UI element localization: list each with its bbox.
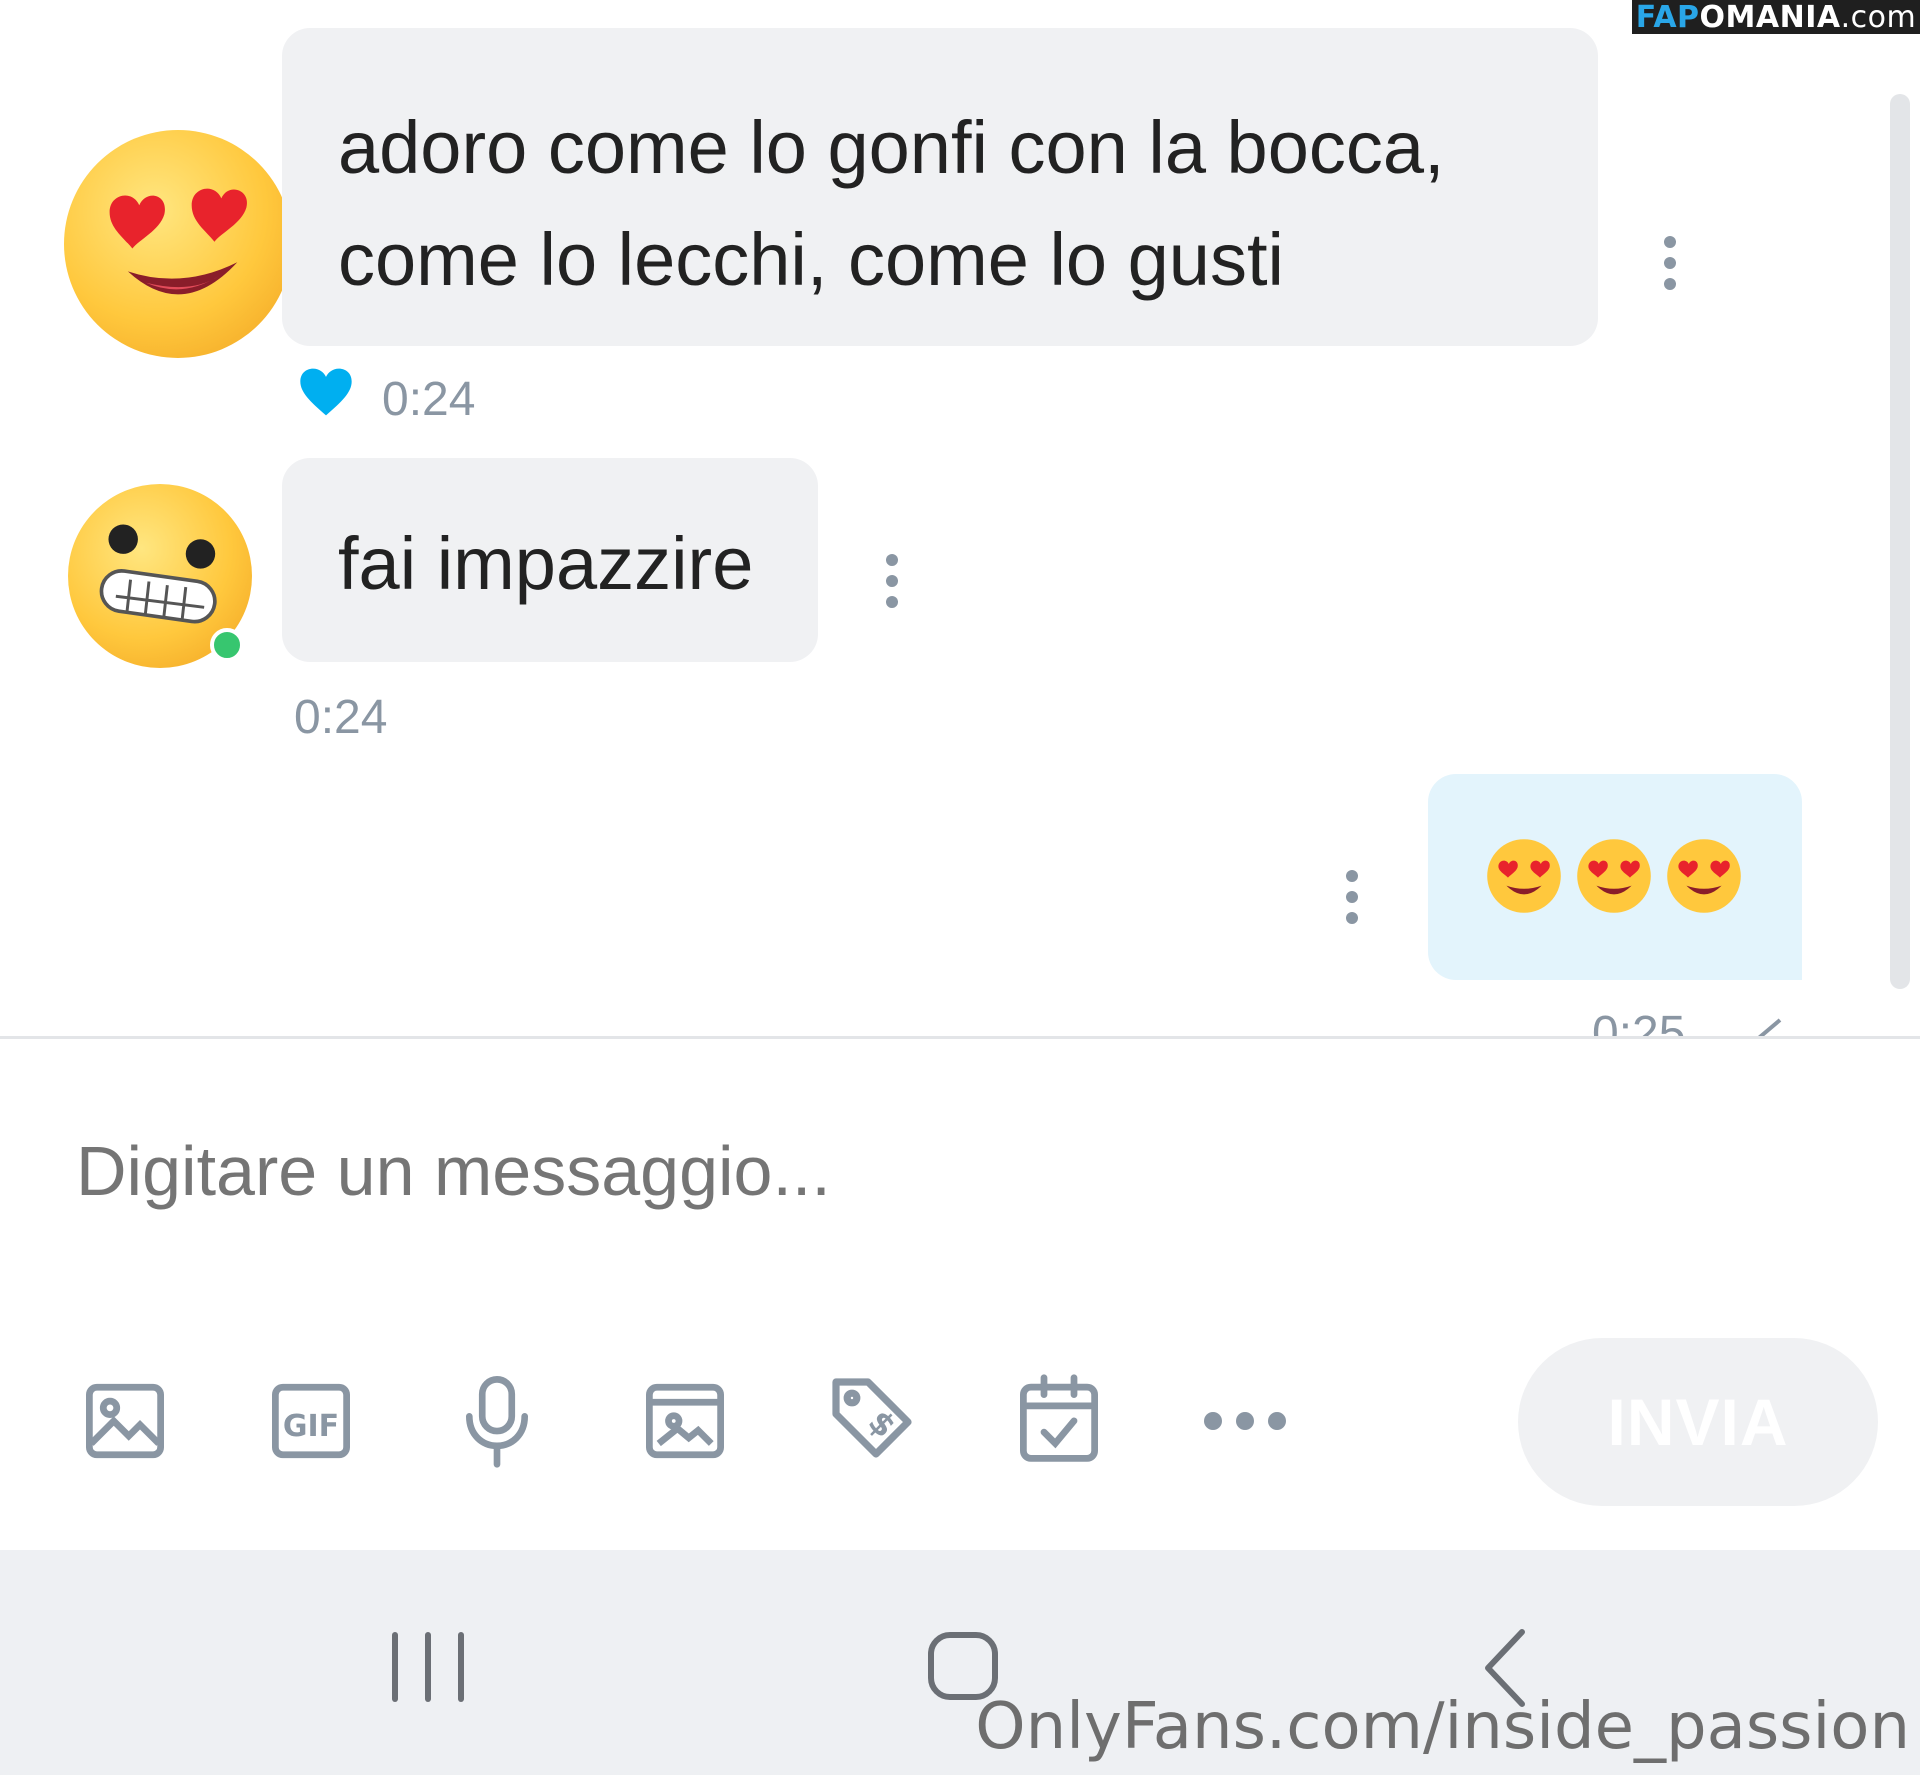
heart-eyes-emoji-icon — [1487, 839, 1561, 913]
message-text-line: adoro come lo gonfi con la bocca, — [338, 106, 1445, 189]
emoji-message — [1484, 836, 1744, 916]
message-input[interactable] — [76, 1126, 1476, 1216]
watermark-top: FAP OMANIA .com — [1632, 0, 1920, 35]
microphone-icon[interactable] — [452, 1372, 542, 1468]
online-status-dot — [210, 628, 244, 662]
message-options-icon[interactable] — [1346, 870, 1358, 933]
price-tag-icon[interactable]: $ — [824, 1370, 914, 1460]
sender-avatar[interactable] — [64, 130, 292, 358]
composer-divider — [0, 1036, 1920, 1039]
heart-eyes-emoji-icon — [1667, 839, 1741, 913]
watermark-domain: .com — [1840, 0, 1917, 35]
heart-eyes-emoji-icon — [1577, 839, 1651, 913]
sent-check-icon — [1757, 1018, 1782, 1036]
gif-icon[interactable]: GIF — [266, 1376, 356, 1466]
liked-heart-icon[interactable] — [298, 366, 354, 423]
recent-apps-icon[interactable] — [392, 1632, 464, 1702]
message-options-icon[interactable] — [886, 554, 898, 617]
heart-eyes-face-icon — [109, 188, 247, 295]
svg-text:GIF: GIF — [283, 1409, 339, 1444]
watermark-brand-b: OMANIA — [1699, 0, 1841, 35]
message-bubble-incoming[interactable]: adoro come lo gonfi con la bocca, come l… — [282, 28, 1598, 346]
watermark-bottom: OnlyFans.com/inside_passion — [975, 1690, 1910, 1764]
chat-scrollbar[interactable] — [1890, 94, 1910, 989]
outgoing-meta: 0:25 — [1590, 1006, 1880, 1036]
message-text-line: come lo lecchi, come lo gusti — [338, 218, 1284, 301]
message-timestamp: 0:24 — [382, 373, 476, 426]
calendar-check-icon[interactable] — [1014, 1372, 1104, 1462]
message-text: fai impazzire — [338, 522, 754, 605]
message-timestamp: 0:25 — [1592, 1007, 1686, 1036]
image-icon[interactable] — [80, 1376, 170, 1466]
media-vault-icon[interactable] — [640, 1376, 730, 1466]
send-button[interactable]: INVIA — [1518, 1338, 1878, 1506]
message-options-icon[interactable] — [1664, 236, 1676, 299]
message-bubble-outgoing[interactable] — [1428, 774, 1802, 980]
message-timestamp: 0:24 — [294, 691, 388, 744]
watermark-brand-a: FAP — [1635, 0, 1700, 35]
more-icon[interactable] — [1204, 1406, 1288, 1436]
message-bubble-incoming[interactable]: fai impazzire — [282, 458, 818, 662]
